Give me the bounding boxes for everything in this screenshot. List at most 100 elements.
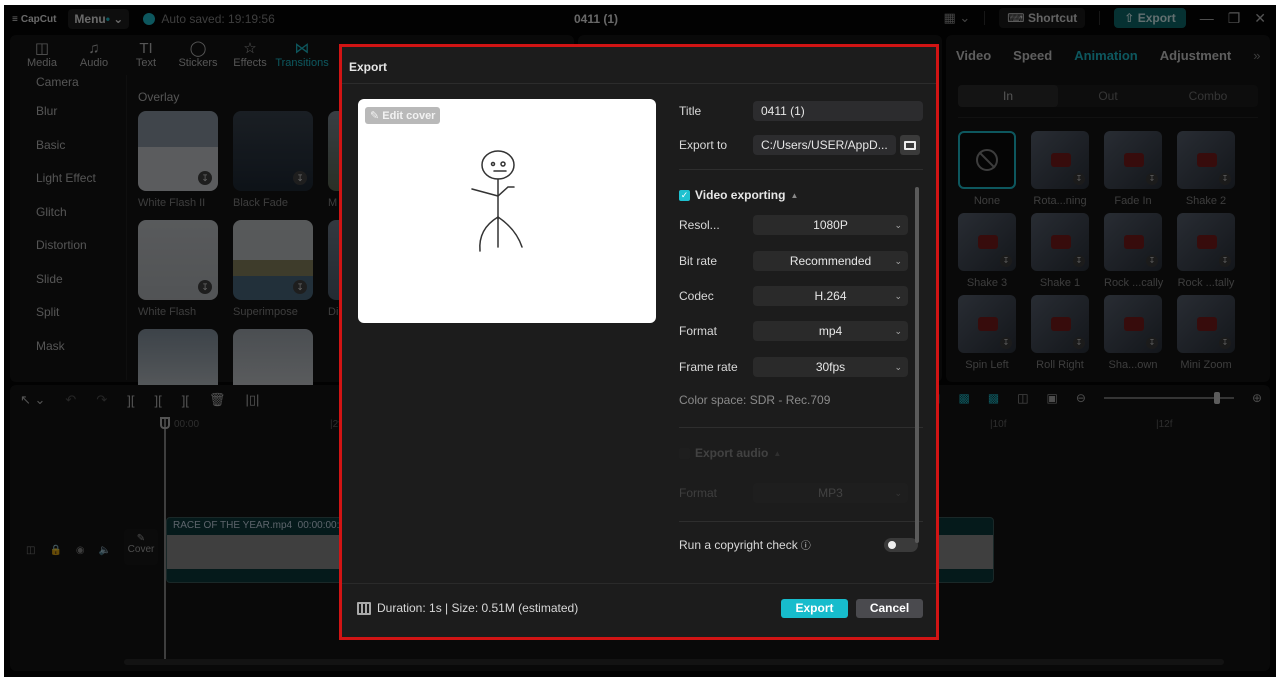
category-basic[interactable]: Basic xyxy=(10,129,120,163)
tab-stickers[interactable]: ◯ Stickers xyxy=(172,35,224,75)
tab-video[interactable]: Video xyxy=(956,48,991,63)
split-left-icon[interactable]: ][ xyxy=(154,393,161,408)
copyright-toggle[interactable] xyxy=(883,537,918,552)
transition-item[interactable]: ↧ White Flash xyxy=(138,220,218,329)
edit-cover-button[interactable]: ✎ Edit cover xyxy=(365,107,441,124)
segment-in[interactable]: In xyxy=(958,85,1058,107)
audio-export-checkbox[interactable] xyxy=(679,447,690,459)
animation-item[interactable]: ↧ Shake 3 xyxy=(958,213,1016,295)
tab-animation[interactable]: Animation xyxy=(1074,48,1138,63)
codec-select[interactable]: H.264 ⌄ xyxy=(753,286,908,306)
download-icon[interactable]: ↧ xyxy=(1146,173,1158,185)
split-right-icon[interactable]: ][ xyxy=(182,393,189,408)
split-icon[interactable]: ][ xyxy=(127,393,134,408)
resolution-select[interactable]: 1080P ⌄ xyxy=(753,215,908,235)
timeline-zoom-slider[interactable] xyxy=(1103,392,1234,404)
animation-item[interactable]: ↧ Fade In xyxy=(1104,131,1162,213)
category-slide[interactable]: Slide xyxy=(10,263,120,297)
animation-item[interactable]: ↧ Sha...own xyxy=(1104,295,1162,377)
shortcut-button[interactable]: ⌨ Shortcut xyxy=(999,8,1086,28)
collapse-caret-icon[interactable]: ▲ xyxy=(790,191,798,200)
download-icon[interactable]: ↧ xyxy=(1219,337,1231,349)
download-icon[interactable]: ↧ xyxy=(1073,255,1085,267)
animation-item[interactable]: ↧ Mini Zoom xyxy=(1177,295,1235,377)
tab-effects[interactable]: ☆ Effects xyxy=(224,35,276,75)
minimize-icon[interactable]: — xyxy=(1200,10,1214,26)
frame-rate-select[interactable]: 30fps ⌄ xyxy=(753,357,908,377)
download-icon[interactable]: ↧ xyxy=(1146,337,1158,349)
tab-transitions[interactable]: ⋈ Transitions xyxy=(275,35,328,75)
download-icon[interactable]: ↧ xyxy=(198,280,212,294)
playhead-handle[interactable] xyxy=(160,417,170,429)
timeline-scrollbar[interactable] xyxy=(124,659,1224,665)
download-icon[interactable]: ↧ xyxy=(293,280,307,294)
category-mask[interactable]: Mask xyxy=(10,330,120,364)
download-icon[interactable]: ↧ xyxy=(1000,337,1012,349)
cancel-button[interactable]: Cancel xyxy=(856,599,923,618)
video-export-checkbox[interactable]: ✓ xyxy=(679,189,690,201)
tab-text[interactable]: TI Text xyxy=(120,35,172,75)
undo-icon[interactable]: ↶ xyxy=(65,392,76,408)
export-top-button[interactable]: ⇧ Export xyxy=(1114,8,1186,28)
transition-item[interactable]: ↧ Black Fade xyxy=(233,111,313,220)
animation-item[interactable]: ↧ Rota...ning xyxy=(1031,131,1089,213)
segment-out[interactable]: Out xyxy=(1058,85,1158,107)
zoom-out-icon[interactable]: ⊖ xyxy=(1076,391,1086,405)
cover-button[interactable]: ✎ Cover xyxy=(124,529,158,565)
maximize-icon[interactable]: ❐ xyxy=(1228,10,1241,27)
title-input[interactable]: 0411 (1) xyxy=(753,101,923,121)
export-audio-section[interactable]: Export audio ▲ xyxy=(679,446,781,460)
bitrate-select[interactable]: Recommended ⌄ xyxy=(753,251,908,271)
category-glitch[interactable]: Glitch xyxy=(10,196,120,230)
menu-button[interactable]: Menu• ⌄ xyxy=(68,9,130,29)
category-light-effect[interactable]: Light Effect xyxy=(10,162,120,196)
category-split[interactable]: Split xyxy=(10,296,120,330)
tab-media[interactable]: ◫ Media xyxy=(16,35,68,75)
download-icon[interactable]: ↧ xyxy=(293,171,307,185)
redo-icon[interactable]: ↷ xyxy=(96,392,107,408)
browse-folder-button[interactable] xyxy=(900,135,920,155)
download-icon[interactable]: ↧ xyxy=(1219,173,1231,185)
download-icon[interactable]: ↧ xyxy=(198,171,212,185)
collapse-caret-icon[interactable]: ▲ xyxy=(773,449,781,458)
segment-combo[interactable]: Combo xyxy=(1158,85,1258,107)
export-button[interactable]: Export xyxy=(781,599,848,618)
zoom-in-icon[interactable]: ⊕ xyxy=(1252,391,1262,405)
download-icon[interactable]: ↧ xyxy=(1073,173,1085,185)
animation-item[interactable]: None xyxy=(958,131,1016,213)
mute-icon[interactable]: 🔈 xyxy=(99,545,111,556)
tab-audio[interactable]: ♫ Audio xyxy=(68,35,120,75)
double-chevron-right-icon[interactable]: » xyxy=(1253,48,1260,63)
linkage-icon[interactable]: ▩ xyxy=(988,391,999,405)
download-icon[interactable]: ↧ xyxy=(1073,337,1085,349)
animation-item[interactable]: ↧ Spin Left xyxy=(958,295,1016,377)
lock-icon[interactable]: 🔒 xyxy=(49,545,61,556)
magnet-icon[interactable]: ▩ xyxy=(959,391,970,405)
category-distortion[interactable]: Distortion xyxy=(10,229,120,263)
animation-item[interactable]: ↧ Rock ...tally xyxy=(1177,213,1235,295)
audio-format-select[interactable]: MP3 ⌄ xyxy=(753,483,908,503)
download-icon[interactable]: ↧ xyxy=(1219,255,1231,267)
animation-item[interactable]: ↧ Roll Right xyxy=(1031,295,1089,377)
download-icon[interactable]: ↧ xyxy=(1146,255,1158,267)
playhead[interactable] xyxy=(164,419,166,659)
freeze-icon[interactable]: |▯| xyxy=(245,392,259,408)
slider-handle[interactable] xyxy=(1214,392,1221,404)
animation-item[interactable]: ↧ Rock ...cally xyxy=(1104,213,1163,295)
delete-icon[interactable]: 🗑 xyxy=(209,392,226,408)
preview-axis-icon[interactable]: ▣ xyxy=(1047,391,1058,405)
close-icon[interactable]: ✕ xyxy=(1254,10,1266,27)
transition-item[interactable]: ↧ White Flash II xyxy=(138,111,218,220)
layout-icon[interactable]: ▦ ⌄ xyxy=(944,10,971,26)
tab-adjustment[interactable]: Adjustment xyxy=(1160,48,1232,63)
video-exporting-section[interactable]: ✓ Video exporting ▲ xyxy=(679,188,798,202)
format-select[interactable]: mp4 ⌄ xyxy=(753,321,908,341)
export-path-input[interactable]: C:/Users/USER/AppD... xyxy=(753,135,896,155)
category-camera[interactable]: Camera xyxy=(10,75,120,95)
animation-item[interactable]: ↧ Shake 2 xyxy=(1177,131,1235,213)
eye-icon[interactable]: ◉ xyxy=(76,545,85,556)
help-icon[interactable]: ⓘ xyxy=(801,537,811,552)
tab-speed[interactable]: Speed xyxy=(1013,48,1052,63)
split-view-icon[interactable]: ◫ xyxy=(1017,391,1028,405)
category-blur[interactable]: Blur xyxy=(10,95,120,129)
